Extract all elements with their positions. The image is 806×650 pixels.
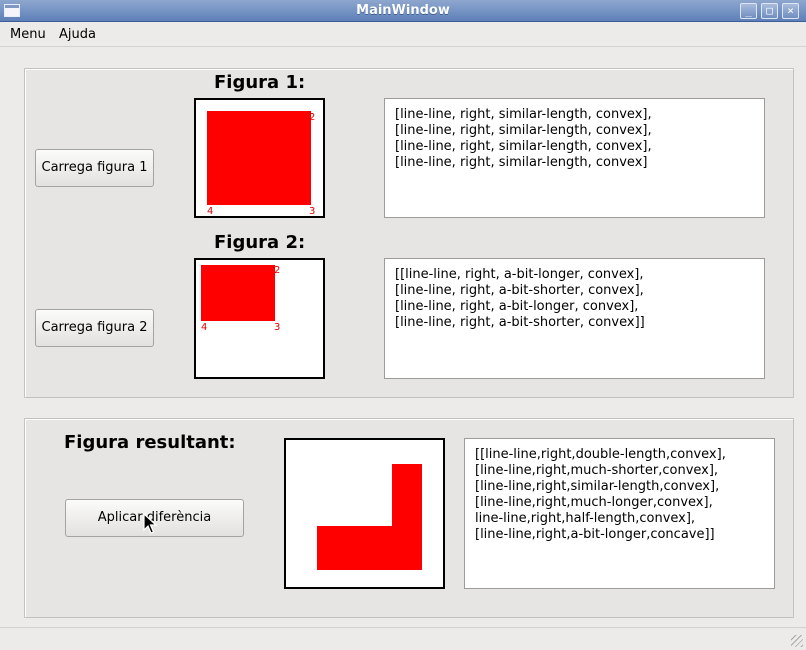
- description-line: [[line-line, right, a-bit-longer, convex…: [395, 267, 644, 282]
- description-line: [line-line,right,much-shorter,convex],: [475, 463, 719, 478]
- figure1-shape: [207, 111, 311, 205]
- figure2-vertex-label: 4: [201, 322, 208, 333]
- status-bar: [0, 627, 806, 650]
- figure1-vertex-label: 3: [309, 206, 316, 217]
- title-bar[interactable]: MainWindow _ □ ×: [0, 0, 806, 22]
- result-heading: Figura resultant:: [64, 432, 236, 453]
- description-line: [line-line,right,a-bit-longer,concave]]: [475, 527, 715, 542]
- figure2-vertex-label: 2: [274, 265, 281, 276]
- figure1-canvas: 2 4 3: [194, 98, 325, 218]
- minimize-button[interactable]: _: [740, 3, 757, 19]
- description-line: line-line,right,half-length,convex],: [475, 511, 696, 526]
- load-figure2-button[interactable]: Carrega figura 2: [35, 309, 154, 347]
- menu-item-menu[interactable]: Menu: [10, 27, 46, 42]
- description-line: [[line-line,right,double-length,convex],: [475, 447, 726, 462]
- description-line: [line-line, right, a-bit-shorter, convex…: [395, 315, 645, 330]
- figure2-description[interactable]: [[line-line, right, a-bit-longer, convex…: [384, 258, 765, 379]
- resize-grip-icon[interactable]: [791, 635, 803, 647]
- menu-bar: Menu Ajuda: [0, 23, 806, 47]
- figure1-description[interactable]: [line-line, right, similar-length, conve…: [384, 98, 765, 218]
- menu-item-ajuda[interactable]: Ajuda: [59, 27, 96, 42]
- figure2-vertex-label: 3: [274, 322, 281, 333]
- close-button[interactable]: ×: [782, 3, 799, 19]
- description-line: [line-line, right, similar-length, conve…: [395, 107, 652, 122]
- description-line: [line-line, right, a-bit-longer, convex]…: [395, 299, 639, 314]
- result-description[interactable]: [[line-line,right,double-length,convex],…: [464, 438, 775, 589]
- description-line: [line-line, right, a-bit-shorter, convex…: [395, 283, 644, 298]
- maximize-button[interactable]: □: [761, 3, 778, 19]
- figure2-canvas: 2 4 3: [194, 258, 325, 379]
- description-line: [line-line, right, similar-length, conve…: [395, 139, 652, 154]
- result-canvas: [284, 438, 445, 589]
- figure1-vertex-label: 2: [309, 112, 316, 123]
- figure2-shape: [201, 265, 275, 321]
- figure1-heading: Figura 1:: [214, 72, 306, 93]
- description-line: [line-line, right, similar-length, conve…: [395, 155, 648, 170]
- result-shape: [317, 464, 422, 570]
- figure2-heading: Figura 2:: [214, 232, 306, 253]
- window-title: MainWindow: [356, 3, 450, 18]
- load-figure1-button[interactable]: Carrega figura 1: [35, 149, 154, 187]
- description-line: [line-line,right,much-longer,convex],: [475, 495, 713, 510]
- description-line: [line-line, right, similar-length, conve…: [395, 123, 652, 138]
- mouse-pointer-icon: [143, 513, 157, 534]
- figure1-vertex-label: 4: [207, 206, 214, 217]
- description-line: [line-line,right,similar-length,convex],: [475, 479, 720, 494]
